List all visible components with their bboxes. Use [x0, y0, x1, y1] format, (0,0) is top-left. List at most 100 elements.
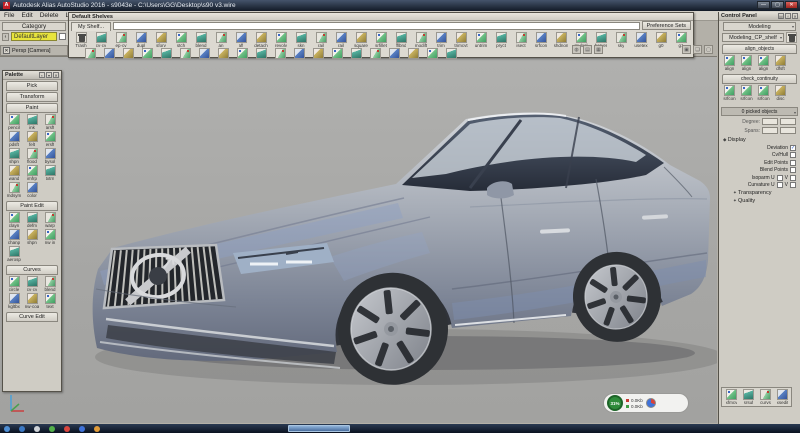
taskbar-app-icon-0[interactable]: [4, 426, 10, 432]
cp-collapse-icon[interactable]: △: [785, 13, 791, 19]
blend-button[interactable]: blend: [41, 276, 59, 292]
imfrp-button[interactable]: imfrp: [23, 165, 41, 181]
menu-edit[interactable]: Edit: [21, 12, 32, 19]
ink-button[interactable]: ink: [23, 114, 41, 130]
shelf-window-titlebar[interactable]: Default Shelves: [69, 13, 693, 21]
shelf-tool-14-button[interactable]: [347, 48, 366, 59]
isoparm-u-checkbox[interactable]: [777, 175, 783, 181]
align-button[interactable]: align: [721, 55, 738, 71]
rail-button[interactable]: rail: [331, 32, 351, 48]
active-layer-chip[interactable]: DefaultLayer: [11, 32, 57, 41]
pie-status-icon[interactable]: [646, 398, 656, 408]
shelf-tool-3-button[interactable]: [138, 48, 157, 59]
cv-cv-button[interactable]: cv·cv: [91, 32, 111, 48]
cp-close-icon[interactable]: ✕: [792, 13, 798, 19]
ersft-button[interactable]: ersft: [41, 131, 59, 147]
kgltbx-button[interactable]: kgltbx: [5, 293, 23, 309]
txtrn-button[interactable]: txtrn: [41, 165, 59, 181]
srfcon-button[interactable]: srfcon: [531, 32, 551, 48]
felt-button[interactable]: felt: [23, 131, 41, 147]
text-button[interactable]: text: [41, 293, 59, 309]
shelf-tool-9-button[interactable]: [252, 48, 271, 59]
shelf-tool-11-button[interactable]: [290, 48, 309, 59]
shelf-tool-15-button[interactable]: [366, 48, 385, 59]
aff-button[interactable]: aff: [231, 32, 251, 48]
layout-icon[interactable]: ▦: [594, 45, 603, 54]
blend-button[interactable]: blend: [191, 32, 211, 48]
shelf-tool-1-button[interactable]: [100, 48, 119, 59]
shpn-button[interactable]: shpn: [23, 229, 41, 245]
square-button[interactable]: square: [351, 32, 371, 48]
degree--input-2[interactable]: [780, 118, 796, 125]
srfcon-button[interactable]: srfcon: [721, 85, 738, 101]
window-tile-icon[interactable]: ▣: [682, 45, 691, 54]
cp-trash-icon[interactable]: [786, 32, 797, 43]
palette-section-pick[interactable]: Pick: [6, 81, 58, 91]
palette-titlebar[interactable]: Palette ▪ ▾ ✕: [3, 71, 61, 80]
taskbar-app-icon-1[interactable]: [19, 426, 25, 432]
taskbar-active-window-button[interactable]: [288, 425, 350, 432]
shelf-tool-10-button[interactable]: [271, 48, 290, 59]
shelf-tool-7-button[interactable]: [214, 48, 233, 59]
an-button[interactable]: an: [211, 32, 231, 48]
deviation-checkbox[interactable]: [790, 145, 796, 151]
shelf-tool-2-button[interactable]: [119, 48, 138, 59]
window-cascade-icon[interactable]: ❏: [693, 45, 702, 54]
dupl-button[interactable]: dupl: [131, 32, 151, 48]
srsuf-button[interactable]: srsuf: [740, 389, 757, 405]
palette-pin-icon[interactable]: ▪: [39, 72, 45, 78]
sky-button[interactable]: sky: [611, 32, 631, 48]
srfcon-button[interactable]: srfcon: [755, 85, 772, 101]
palette-section-paint[interactable]: Paint: [6, 103, 58, 113]
category-header[interactable]: Category: [2, 22, 66, 31]
curvs-button[interactable]: curvs: [757, 389, 774, 405]
shelf-name-field[interactable]: [113, 22, 640, 30]
circle-button[interactable]: circle: [5, 276, 23, 292]
sforv-button[interactable]: sforv: [151, 32, 171, 48]
isect-button[interactable]: isect: [511, 32, 531, 48]
cv-cv-button[interactable]: cv·cv: [23, 276, 41, 292]
degree--input-1[interactable]: [762, 118, 778, 125]
bysol-button[interactable]: bysol: [41, 148, 59, 164]
shdnon-button[interactable]: shdnon: [551, 32, 571, 48]
taskbar-app-icon-4[interactable]: [64, 426, 70, 432]
minimize-button[interactable]: [757, 1, 770, 9]
cp-group-check-continuity[interactable]: check_continuity: [722, 74, 797, 84]
cv-hull-checkbox[interactable]: [790, 152, 796, 158]
defm-button[interactable]: defm: [23, 212, 41, 228]
window-expand-icon[interactable]: ▢: [704, 45, 713, 54]
g0-button[interactable]: g0: [651, 32, 671, 48]
shelf-tool-13-button[interactable]: [328, 48, 347, 59]
pdsft-button[interactable]: pdsft: [5, 131, 23, 147]
shelf-tool-12-button[interactable]: [309, 48, 328, 59]
taskbar-app-icon-6[interactable]: [94, 426, 100, 432]
revolv-button[interactable]: revolv: [271, 32, 291, 48]
clayn-button[interactable]: clayn: [5, 212, 23, 228]
srfillet-button[interactable]: srfillet: [371, 32, 391, 48]
edit-points-checkbox[interactable]: [790, 160, 796, 166]
shelf-tool-5-button[interactable]: [176, 48, 195, 59]
arsft-button[interactable]: arsft: [41, 114, 59, 130]
usetex-button[interactable]: usetex: [631, 32, 651, 48]
viewport-close-icon[interactable]: ✕: [3, 47, 10, 54]
close-button[interactable]: [785, 1, 798, 9]
preference-sets-button[interactable]: Preference Sets: [642, 21, 691, 30]
srfcon-button[interactable]: srfcon: [738, 85, 755, 101]
rail-button[interactable]: rail: [311, 32, 331, 48]
taskbar-app-icon-2[interactable]: [34, 426, 40, 432]
pryct-button[interactable]: pryct: [491, 32, 511, 48]
dfsft-button[interactable]: dfsft: [772, 55, 789, 71]
palette-collapse-icon[interactable]: ▾: [46, 72, 52, 78]
modeling-dropdown[interactable]: Modeling: [723, 22, 796, 31]
xfmcv-button[interactable]: xfmcv: [723, 389, 740, 405]
viewport-3d[interactable]: 31% 0.0Kb 0.0Kb: [0, 56, 717, 423]
nw-coa-button[interactable]: nw·coa: [23, 293, 41, 309]
align-button[interactable]: align: [755, 55, 772, 71]
expander-quality[interactable]: Quality: [733, 198, 800, 204]
align-button[interactable]: align: [738, 55, 755, 71]
mdsym-button[interactable]: mdsym: [5, 182, 23, 198]
shelf-tool-18-button[interactable]: [423, 48, 442, 59]
shpn-button[interactable]: shpn: [5, 148, 23, 164]
aerosp-button[interactable]: aerosp: [5, 246, 23, 262]
maximize-button[interactable]: [771, 1, 784, 9]
